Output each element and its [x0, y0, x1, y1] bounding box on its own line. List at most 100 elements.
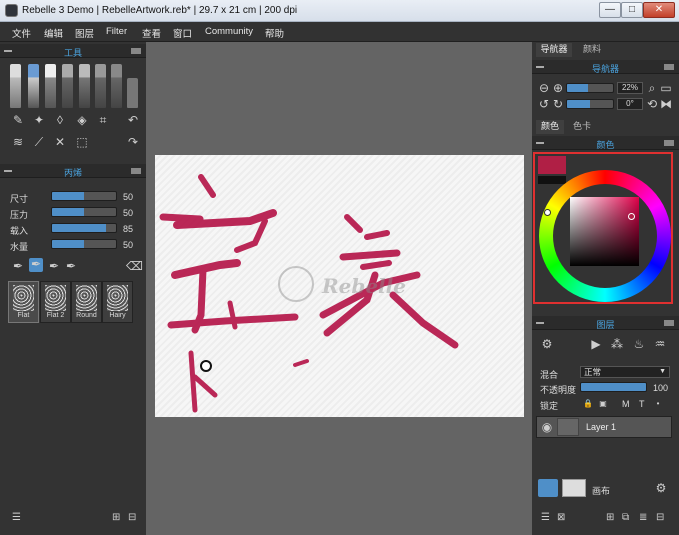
blend-mode-select[interactable]: 正常 ▼: [580, 366, 670, 378]
brush-preset-flat[interactable]: Flat: [8, 281, 39, 323]
marker-tool[interactable]: [45, 64, 56, 108]
water-slider[interactable]: [51, 239, 117, 249]
menu-filter[interactable]: Filter: [106, 26, 127, 37]
hue-picker-handle[interactable]: [544, 209, 551, 216]
menu-window[interactable]: 窗口: [173, 26, 192, 40]
dry-icon[interactable]: ♨: [632, 338, 646, 350]
crop-icon[interactable]: ⌗: [96, 114, 110, 126]
menu-view[interactable]: 查看: [142, 26, 161, 40]
erase-mode-icon[interactable]: ⌫: [126, 260, 143, 272]
tab-navigator[interactable]: 导航器: [536, 43, 572, 57]
zoom-in-icon[interactable]: ⊕: [551, 82, 565, 94]
pencil-tool[interactable]: [10, 64, 21, 108]
blow-icon[interactable]: ≋: [11, 136, 25, 148]
layer-options-icon[interactable]: ☰: [541, 512, 550, 523]
panel-menu-icon[interactable]: [131, 168, 141, 174]
menu-edit[interactable]: 编辑: [44, 26, 63, 40]
sv-picker-handle[interactable]: [628, 213, 635, 220]
brush-preset-flat2[interactable]: Flat 2: [40, 281, 71, 323]
size-slider[interactable]: [51, 191, 117, 201]
brush-preset-hairy[interactable]: Hairy: [102, 281, 133, 323]
settings-sliders-icon[interactable]: ☰: [12, 512, 21, 523]
eyedropper-icon[interactable]: ⟋: [32, 136, 46, 148]
lock-m[interactable]: M: [622, 399, 630, 409]
layer-settings-icon[interactable]: ⚙: [540, 338, 554, 350]
saturation-value-square[interactable]: [570, 197, 639, 266]
paint-mode-icon[interactable]: ✒: [11, 260, 25, 272]
load-slider[interactable]: [51, 223, 117, 233]
smudge-icon[interactable]: ✎: [11, 114, 25, 126]
current-color-swatch[interactable]: [538, 156, 566, 174]
rotation-value[interactable]: 0°: [617, 98, 643, 110]
blow-dry-icon[interactable]: ♒: [653, 338, 667, 350]
reset-rotation-icon[interactable]: ⟲: [645, 98, 659, 110]
undo-icon[interactable]: ↶: [126, 114, 140, 126]
panel-menu-icon[interactable]: [664, 64, 674, 70]
brush-tool[interactable]: [28, 64, 39, 108]
zoom-out-icon[interactable]: ⊖: [537, 82, 551, 94]
dry-paint-icon[interactable]: ✒: [47, 260, 61, 272]
ink-tool[interactable]: [79, 64, 90, 108]
menu-layer[interactable]: 图层: [75, 26, 94, 40]
menu-community[interactable]: Community: [205, 26, 253, 37]
duplicate-brush-icon[interactable]: ⊞: [112, 512, 120, 523]
delete-layer-icon[interactable]: ⊟: [656, 512, 664, 523]
duplicate-layer-icon[interactable]: ⧉: [622, 512, 629, 523]
canvas-visibility-eye-icon[interactable]: [538, 479, 558, 497]
tab-swatches[interactable]: 色卡: [566, 120, 598, 134]
pressure-slider[interactable]: [51, 207, 117, 217]
size-value[interactable]: 50: [123, 192, 133, 202]
fit-screen-icon[interactable]: ▭: [659, 82, 673, 94]
rotate-slider[interactable]: [566, 99, 614, 109]
rotate-right-icon[interactable]: ↻: [551, 98, 565, 110]
zoom-value[interactable]: 22%: [617, 82, 643, 94]
pen-tool[interactable]: [62, 64, 73, 108]
pastel-tool[interactable]: [111, 64, 122, 108]
lock-t[interactable]: T: [639, 399, 645, 409]
flip-icon[interactable]: ⧓: [659, 98, 673, 110]
visibility-eye-icon[interactable]: ◉: [540, 421, 554, 433]
merge-layer-icon[interactable]: ≣: [639, 512, 647, 523]
wet-paint-icon[interactable]: ✒: [29, 258, 43, 272]
lock-icon[interactable]: 🔒: [581, 398, 595, 410]
water-drop-icon[interactable]: ◊: [53, 114, 67, 126]
dry-icon[interactable]: ◈: [75, 114, 89, 126]
wet-icon[interactable]: ⁂: [610, 338, 624, 350]
close-button[interactable]: ✕: [643, 2, 675, 18]
canvas-thumbnail[interactable]: [562, 479, 586, 497]
lock-dot-icon[interactable]: •: [651, 398, 665, 410]
tab-paints[interactable]: 颜料: [574, 43, 610, 57]
lock-alpha-icon[interactable]: ▣: [596, 398, 610, 410]
blend-icon[interactable]: ✦: [32, 114, 46, 126]
remove-brush-icon[interactable]: ⊟: [128, 512, 136, 523]
redo-icon[interactable]: ↷: [126, 136, 140, 148]
play-icon[interactable]: ▶: [589, 338, 603, 350]
canvas-settings-icon[interactable]: ⚙: [654, 482, 668, 494]
zoom-slider[interactable]: [566, 83, 614, 93]
water-value[interactable]: 50: [123, 240, 133, 250]
blend-paint-icon[interactable]: ✒: [64, 260, 78, 272]
pressure-value[interactable]: 50: [123, 208, 133, 218]
panel-menu-icon[interactable]: [664, 140, 674, 146]
tab-color[interactable]: 颜色: [536, 120, 564, 134]
menu-file[interactable]: 文件: [12, 26, 31, 40]
selection-icon[interactable]: ⬚: [75, 136, 89, 148]
minimize-button[interactable]: —: [599, 2, 621, 18]
load-value[interactable]: 85: [123, 224, 133, 234]
new-layer-icon[interactable]: ⊞: [606, 512, 614, 523]
panel-menu-icon[interactable]: [131, 48, 141, 54]
zoom-fit-icon[interactable]: ⌕: [645, 82, 659, 94]
panel-menu-icon[interactable]: [664, 320, 674, 326]
rotate-left-icon[interactable]: ↺: [537, 98, 551, 110]
eraser-tool[interactable]: [127, 78, 138, 108]
brush-preset-round[interactable]: Round: [71, 281, 102, 323]
clear-layer-icon[interactable]: ⊠: [557, 512, 565, 523]
layer-name[interactable]: Layer 1: [586, 422, 616, 432]
menu-help[interactable]: 帮助: [265, 26, 284, 40]
previous-color-swatch[interactable]: [538, 176, 566, 184]
airbrush-tool[interactable]: [95, 64, 106, 108]
opacity-slider[interactable]: [580, 382, 647, 392]
opacity-value[interactable]: 100: [653, 383, 668, 393]
transform-icon[interactable]: ✕: [53, 136, 67, 148]
maximize-button[interactable]: □: [621, 2, 643, 18]
